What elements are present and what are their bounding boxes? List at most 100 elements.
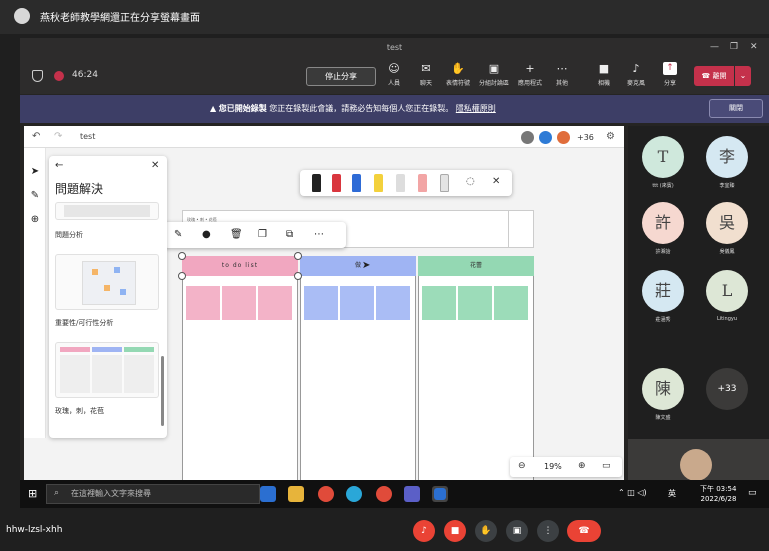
- camera-off-icon: ■: [598, 62, 610, 75]
- more-participants-button[interactable]: +33: [706, 368, 748, 410]
- end-call-button[interactable]: ☎: [567, 520, 601, 542]
- sticky-note[interactable]: [304, 286, 338, 320]
- resize-handle[interactable]: [178, 252, 186, 260]
- template-card-priority[interactable]: [55, 254, 159, 310]
- sticky-note[interactable]: [258, 286, 292, 320]
- black-pen-icon[interactable]: [312, 174, 321, 192]
- warning-icon: ▲: [210, 104, 219, 113]
- app-icon[interactable]: [434, 488, 446, 500]
- close-pen-icon[interactable]: ✕: [492, 176, 500, 187]
- sticky-note[interactable]: [422, 286, 456, 320]
- raise-hand-button[interactable]: ✋: [475, 520, 497, 542]
- fit-screen-icon[interactable]: ▭: [602, 461, 611, 471]
- breakout-rooms-button[interactable]: ▣ 分組討論區: [476, 62, 512, 87]
- participant-avatar[interactable]: 許: [642, 202, 684, 244]
- share-banner: 燕秋老師教學網還正在分享螢幕畫面: [0, 0, 769, 34]
- taskbar-search-input[interactable]: 在這裡輸入文字來搜尋: [46, 484, 260, 504]
- panel-scrollbar[interactable]: [161, 356, 164, 426]
- apps-button[interactable]: + 應用程式: [512, 62, 548, 87]
- whiteboard[interactable]: ↶ ↷ test +36 ⚙ ➤ ✎ ⊕ 玫瑰 • 刺 • 花苞 to do l…: [24, 126, 624, 480]
- reactions-button[interactable]: ✋ 表情符號: [440, 62, 476, 87]
- resize-handle[interactable]: [178, 272, 186, 280]
- column-header-todo[interactable]: to do list: [182, 256, 298, 276]
- notification-icon[interactable]: ▭: [748, 488, 757, 498]
- leave-button[interactable]: ☎ 離開: [694, 66, 734, 86]
- restore-icon[interactable]: ❐: [730, 42, 738, 52]
- close-panel-icon[interactable]: ✕: [151, 160, 159, 171]
- color-icon[interactable]: ●: [202, 229, 211, 240]
- chrome-icon[interactable]: [318, 486, 334, 502]
- eraser-icon[interactable]: [396, 174, 405, 192]
- column-header-do[interactable]: 做: [300, 256, 416, 276]
- copy-icon[interactable]: ❐: [258, 229, 267, 240]
- template-card-rose-thorn-bud[interactable]: [55, 342, 159, 398]
- sticky-note[interactable]: [458, 286, 492, 320]
- edge-icon[interactable]: [346, 486, 362, 502]
- share-button[interactable]: ↑ 分享: [652, 62, 688, 87]
- stop-share-button[interactable]: 停止分享: [306, 67, 376, 86]
- participant-avatar[interactable]: 陳: [642, 368, 684, 410]
- resize-handle[interactable]: [294, 252, 302, 260]
- undo-icon[interactable]: ↶: [32, 131, 40, 142]
- resize-handle[interactable]: [294, 272, 302, 280]
- chat-button[interactable]: ✉ 聊天: [408, 62, 444, 87]
- mic-off-button[interactable]: ♪: [413, 520, 435, 542]
- windows-taskbar: ⊞ 在這裡輸入文字來搜尋 ⌕ ⌃ ◫ ◁) 英 下午 03:54 2022/6/…: [20, 480, 769, 508]
- dismiss-button[interactable]: 關閉: [709, 99, 763, 118]
- select-icon[interactable]: ➤: [29, 166, 41, 178]
- lasso-icon[interactable]: ◌: [466, 176, 475, 187]
- phone-icon: ☎: [578, 526, 590, 536]
- people-button[interactable]: ☺ 人員: [376, 62, 412, 87]
- pen-icon[interactable]: ✎: [29, 190, 41, 202]
- template-side-note[interactable]: [508, 210, 534, 248]
- templates-panel: ← ✕ 問題解決 問題分析 重要性/可行性分析 玫瑰，刺，花苞: [49, 156, 167, 438]
- chevron-down-icon[interactable]: ⌄: [735, 66, 751, 86]
- participant-avatar[interactable]: L: [706, 270, 748, 312]
- mic-button[interactable]: ♪ 麥克風: [618, 62, 654, 87]
- close-icon[interactable]: ✕: [750, 42, 758, 52]
- back-icon[interactable]: ←: [55, 160, 63, 171]
- sticky-note[interactable]: [494, 286, 528, 320]
- ime-indicator[interactable]: 英: [668, 488, 676, 499]
- network-icon[interactable]: ⌃ ◫ ◁): [618, 488, 647, 497]
- delete-icon[interactable]: 🗑: [230, 229, 243, 240]
- column-header-bud[interactable]: 花蕾: [418, 256, 534, 276]
- collaborator-count[interactable]: +36: [577, 133, 594, 142]
- teams-icon[interactable]: [404, 486, 420, 502]
- tray-clock[interactable]: 下午 03:54 2022/6/28: [700, 484, 736, 504]
- add-icon[interactable]: ⊕: [29, 214, 41, 226]
- ruler-icon[interactable]: [440, 174, 449, 192]
- redo-icon[interactable]: ↷: [54, 131, 62, 142]
- present-button[interactable]: ▣: [506, 520, 528, 542]
- sticky-note[interactable]: [222, 286, 256, 320]
- minimize-icon[interactable]: —: [710, 42, 719, 52]
- template-card-problem-analysis[interactable]: [55, 202, 159, 220]
- settings-icon[interactable]: ⚙: [606, 131, 615, 142]
- camera-off-button[interactable]: ■: [444, 520, 466, 542]
- duplicate-icon[interactable]: ⧉: [286, 229, 293, 240]
- participant-avatar[interactable]: 吳: [706, 202, 748, 244]
- chat-icon: ✉: [421, 62, 431, 75]
- pink-pen-icon[interactable]: [418, 174, 427, 192]
- taskview-icon[interactable]: [260, 486, 276, 502]
- zoom-in-icon[interactable]: ⊕: [578, 461, 586, 471]
- chrome-icon[interactable]: [376, 486, 392, 502]
- sticky-note[interactable]: [186, 286, 220, 320]
- more-options-button[interactable]: ⋮: [537, 520, 559, 542]
- more-options-icon[interactable]: ⋯: [314, 229, 324, 240]
- file-explorer-icon[interactable]: [288, 486, 304, 502]
- red-pen-icon[interactable]: [332, 174, 341, 192]
- participant-avatar[interactable]: 莊: [642, 270, 684, 312]
- zoom-out-icon[interactable]: ⊖: [518, 461, 526, 471]
- privacy-link[interactable]: 隱私權原則: [456, 104, 496, 113]
- edit-icon[interactable]: ✎: [174, 229, 182, 240]
- windows-start-icon[interactable]: ⊞: [28, 487, 37, 500]
- camera-button[interactable]: ■ 相機: [586, 62, 622, 87]
- more-button[interactable]: ⋯ 其他: [544, 62, 580, 87]
- blue-pen-icon[interactable]: [352, 174, 361, 192]
- sticky-note[interactable]: [376, 286, 410, 320]
- participant-avatar[interactable]: 李: [706, 136, 748, 178]
- highlighter-icon[interactable]: [374, 174, 383, 192]
- sticky-note[interactable]: [340, 286, 374, 320]
- participant-avatar[interactable]: T: [642, 136, 684, 178]
